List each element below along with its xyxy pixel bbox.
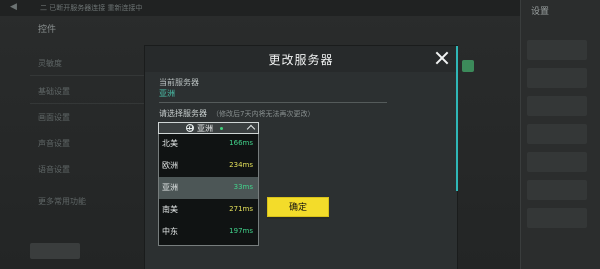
current-server-label: 当前服务器 (159, 78, 199, 87)
chevron-up-icon (246, 124, 256, 134)
close-icon[interactable] (435, 51, 449, 65)
server-dropdown[interactable]: 亚洲 (158, 122, 259, 134)
background-badge (462, 60, 474, 72)
settings-section-title: 控件 (38, 25, 57, 35)
settings-row: 语音设置 (38, 165, 70, 174)
sidebar-item (527, 180, 587, 200)
server-list: 北美 166ms 欧洲 234ms 亚洲 33ms 南美 271ms 中东 197ms 韩国日本92… (158, 134, 259, 246)
settings-row: 画面设置 (38, 113, 70, 122)
back-arrow-icon: ◀ (10, 2, 17, 12)
settings-sidebar: 设置 (520, 0, 600, 269)
server-option-name: 北美 (162, 139, 178, 148)
sidebar-item (527, 68, 587, 88)
server-option-ping: 234ms (229, 161, 253, 169)
sidebar-item (527, 208, 587, 228)
accent-edge (456, 46, 458, 191)
confirm-button-shadow (267, 217, 329, 219)
status-text: 二 已断开服务器连接 重新连接中 (40, 4, 143, 12)
server-option-name: 亚洲 (162, 183, 178, 192)
settings-row: 基础设置 (38, 87, 70, 96)
change-server-dialog: 更改服务器 当前服务器 亚洲 请选择服务器 （修改后7天内将无法再次更改） 亚洲… (145, 46, 458, 269)
settings-row: 灵敏度 (38, 59, 62, 68)
settings-row: 声音设置 (38, 139, 70, 148)
select-server-label: 请选择服务器 (159, 109, 207, 118)
server-option[interactable]: 北美 166ms (159, 134, 258, 155)
sidebar-item (527, 40, 587, 60)
status-dot-icon (220, 127, 223, 130)
status-bar: ◀ 二 已断开服务器连接 重新连接中 (0, 0, 520, 16)
sidebar-item (527, 96, 587, 116)
server-option[interactable]: 欧洲 234ms (159, 155, 258, 177)
server-option-name: 南美 (162, 205, 178, 214)
dialog-title: 更改服务器 (268, 53, 334, 67)
current-server-value: 亚洲 (159, 89, 175, 98)
divider (159, 102, 387, 103)
server-option[interactable]: 亚洲 33ms (159, 177, 258, 199)
sidebar-title: 设置 (531, 7, 550, 17)
server-option-name: 中东 (162, 227, 178, 236)
background-button (30, 243, 80, 259)
globe-icon (186, 124, 194, 132)
sidebar-item (527, 152, 587, 172)
server-option-ping: 271ms (229, 205, 253, 213)
server-option-name: 欧洲 (162, 161, 178, 170)
server-option-ping: 33ms (233, 183, 253, 191)
server-option[interactable]: 南美 271ms (159, 199, 258, 221)
settings-row: 更多常用功能 (38, 197, 86, 206)
server-option[interactable]: 中东 197ms (159, 221, 258, 243)
server-option[interactable]: 韩国日本92ms (159, 243, 258, 245)
server-option-ping: 197ms (229, 227, 253, 235)
server-dropdown-value: 亚洲 (197, 124, 213, 133)
sidebar-item (527, 124, 587, 144)
confirm-button[interactable]: 确定 (267, 197, 329, 217)
server-option-ping: 166ms (229, 139, 253, 147)
select-server-hint: （修改后7天内将无法再次更改） (212, 110, 315, 118)
